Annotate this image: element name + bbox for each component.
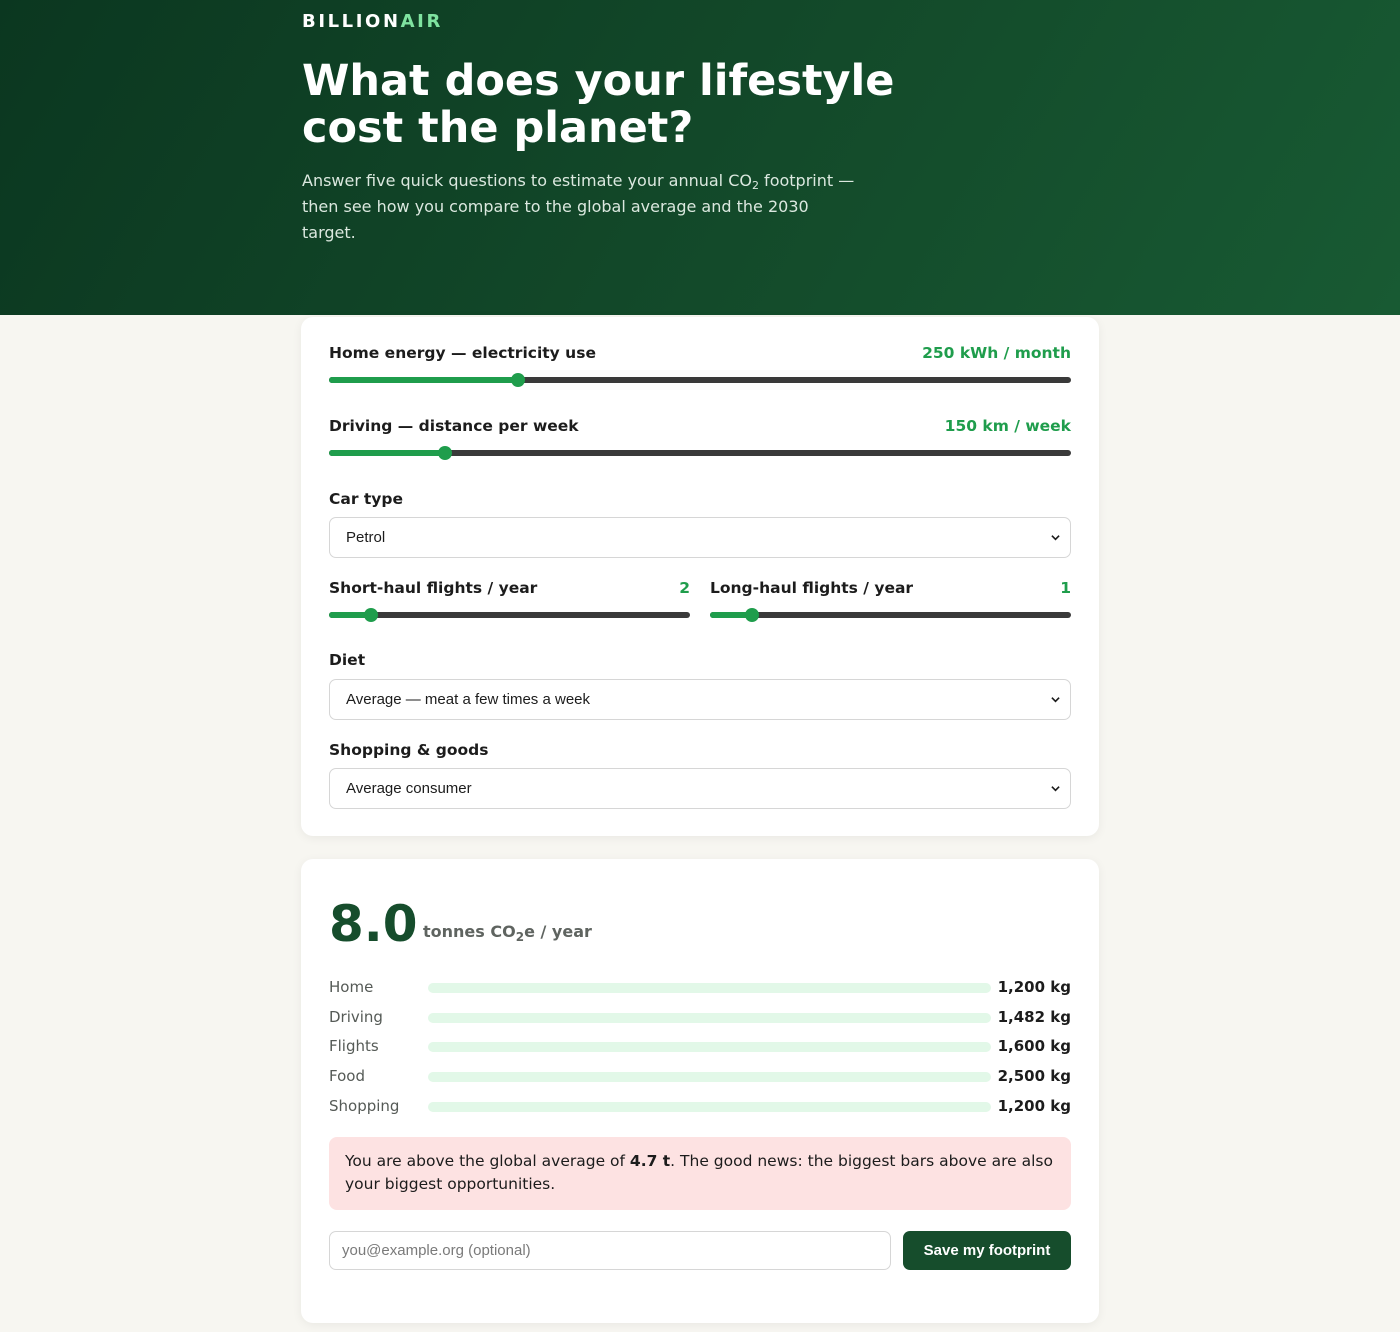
car-type-label: Car type [329, 490, 403, 508]
breakdown-label: Home [329, 978, 374, 996]
breakdown-value: 1,482 kg [997, 1008, 1071, 1026]
breakdown-value: 1,200 kg [997, 1097, 1071, 1115]
diet-selected: Average — meat a few times a week [346, 691, 590, 708]
breakdown-value: 2,500 kg [997, 1067, 1071, 1085]
long-haul-label: Long-haul flights / year [710, 579, 914, 597]
shopping-label: Shopping & goods [329, 741, 489, 759]
driving-slider[interactable] [329, 446, 1071, 460]
breakdown-bar [428, 1102, 991, 1112]
energy-label: Home energy — electricity use [329, 344, 596, 362]
brand-logo: BILLIONAIR [302, 11, 443, 32]
energy-value: 250 kWh / month [922, 344, 1071, 362]
breakdown-bar [428, 983, 991, 993]
total-footprint: 8.0 [329, 895, 418, 953]
car-type-selected: Petrol [346, 529, 386, 546]
breakdown-label: Food [329, 1067, 365, 1085]
energy-slider-fill [329, 377, 518, 383]
page-title: What does your lifestyle cost the planet… [302, 56, 895, 153]
breakdown-value: 1,600 kg [997, 1037, 1071, 1055]
breakdown-label: Flights [329, 1037, 379, 1055]
driving-value: 150 km / week [944, 417, 1071, 435]
car-type-select[interactable]: Petrol [329, 517, 1071, 558]
email-input[interactable] [329, 1231, 891, 1270]
long-haul-slider-thumb[interactable] [745, 608, 759, 622]
breakdown-bar [428, 1013, 991, 1023]
chevron-down-icon [1051, 697, 1060, 703]
short-haul-slider-thumb[interactable] [364, 608, 378, 622]
diet-label: Diet [329, 651, 366, 669]
hero-banner: BILLIONAIR What does your lifestyle cost… [0, 0, 1400, 315]
shopping-select[interactable]: Average consumer [329, 768, 1071, 809]
total-unit: tonnes CO2e / year [423, 922, 592, 944]
driving-slider-fill [329, 450, 445, 456]
save-footprint-button[interactable]: Save my footprint [903, 1231, 1071, 1270]
shopping-selected: Average consumer [346, 780, 472, 797]
short-haul-value: 2 [679, 579, 690, 597]
breakdown-label: Shopping [329, 1097, 400, 1115]
breakdown-bar [428, 1072, 991, 1082]
short-haul-slider[interactable] [329, 608, 690, 622]
comparison-notice: You are above the global average of 4.7 … [329, 1137, 1071, 1210]
questions-card: Home energy — electricity use 250 kWh / … [301, 317, 1099, 836]
breakdown-label: Driving [329, 1008, 383, 1026]
chevron-down-icon [1051, 535, 1060, 541]
energy-slider[interactable] [329, 373, 1071, 387]
chevron-down-icon [1051, 786, 1060, 792]
energy-slider-thumb[interactable] [511, 373, 525, 387]
short-haul-label: Short-haul flights / year [329, 579, 538, 597]
hero-subtitle: Answer five quick questions to estimate … [302, 171, 855, 242]
long-haul-value: 1 [1060, 579, 1071, 597]
result-card: 8.0 tonnes CO2e / year Home 1,200 kg Dri… [301, 859, 1099, 1323]
driving-label: Driving — distance per week [329, 417, 579, 435]
breakdown-value: 1,200 kg [997, 978, 1071, 996]
driving-slider-thumb[interactable] [438, 446, 452, 460]
diet-select[interactable]: Average — meat a few times a week [329, 679, 1071, 720]
long-haul-slider[interactable] [710, 608, 1071, 622]
breakdown-bar [428, 1042, 991, 1052]
